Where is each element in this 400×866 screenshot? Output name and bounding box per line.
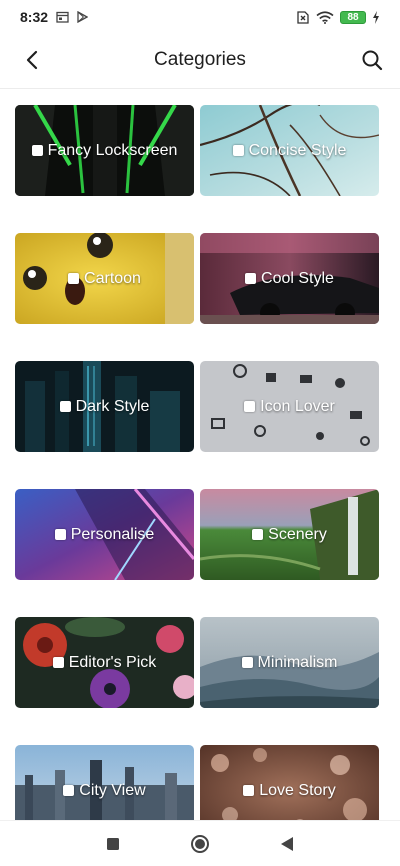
- page-title: Categories: [154, 49, 246, 70]
- category-label: Editor's Pick: [15, 654, 194, 672]
- app-bar-divider: [0, 88, 400, 89]
- category-label: Icon Lover: [200, 398, 379, 416]
- category-title: Personalise: [70, 525, 155, 543]
- category-tile-personalise[interactable]: Personalise: [15, 489, 194, 580]
- category-tile-icon-lover[interactable]: Icon Lover: [200, 361, 379, 452]
- category-checkbox-icon: [252, 529, 264, 540]
- play-store-icon: [77, 11, 89, 23]
- category-tile-concise-style[interactable]: Concise Style: [200, 105, 379, 196]
- wifi-icon: [316, 10, 334, 24]
- category-title: Icon Lover: [260, 397, 335, 415]
- charging-bolt-icon: [372, 10, 380, 24]
- category-tile-cartoon[interactable]: Cartoon: [15, 233, 194, 324]
- category-label: Minimalism: [200, 654, 379, 672]
- category-title: Editor's Pick: [68, 653, 157, 671]
- status-time: 8:32: [20, 9, 49, 25]
- battery-icon: 88: [340, 10, 366, 24]
- category-checkbox-icon: [31, 145, 43, 156]
- category-title: Love Story: [259, 781, 336, 799]
- category-label: Scenery: [200, 526, 379, 544]
- category-tile-cool-style[interactable]: Cool Style: [200, 233, 379, 324]
- category-label: City View: [15, 782, 194, 800]
- status-right: 88: [296, 10, 380, 24]
- search-button[interactable]: [358, 46, 386, 74]
- sim-x-icon: [296, 10, 310, 24]
- back-triangle-icon: [280, 836, 293, 851]
- category-checkbox-icon: [245, 273, 257, 284]
- category-label: Cool Style: [200, 270, 379, 288]
- back-nav-button[interactable]: [273, 830, 301, 858]
- category-title: Scenery: [268, 525, 327, 543]
- category-tile-fancy-lockscreen[interactable]: Fancy Lockscreen: [15, 105, 194, 196]
- category-checkbox-icon: [63, 785, 75, 796]
- category-checkbox-icon: [241, 657, 253, 668]
- category-checkbox-icon: [68, 273, 80, 284]
- category-tile-scenery[interactable]: Scenery: [200, 489, 379, 580]
- category-label: Love Story: [200, 782, 379, 800]
- category-label: Cartoon: [15, 270, 194, 288]
- category-title: Minimalism: [257, 653, 338, 671]
- category-title: Fancy Lockscreen: [47, 141, 178, 159]
- category-label: Dark Style: [15, 398, 194, 416]
- category-checkbox-icon: [232, 145, 244, 156]
- recents-button[interactable]: [99, 830, 127, 858]
- category-checkbox-icon: [52, 657, 64, 668]
- category-checkbox-icon: [244, 401, 256, 412]
- search-icon: [362, 50, 383, 71]
- home-button[interactable]: [186, 830, 214, 858]
- category-checkbox-icon: [243, 785, 255, 796]
- category-title: Cartoon: [84, 269, 141, 287]
- category-title: Cool Style: [261, 269, 334, 287]
- category-checkbox-icon: [54, 529, 66, 540]
- calendar-icon: [56, 11, 69, 23]
- category-title: Concise Style: [248, 141, 347, 159]
- category-label: Personalise: [15, 526, 194, 544]
- category-tile-minimalism[interactable]: Minimalism: [200, 617, 379, 708]
- app-bar: Categories: [0, 34, 400, 86]
- category-title: City View: [79, 781, 146, 799]
- category-tile-dark-style[interactable]: Dark Style: [15, 361, 194, 452]
- recents-square-icon: [107, 837, 120, 850]
- category-tile-editors-pick[interactable]: Editor's Pick: [15, 617, 194, 708]
- back-button[interactable]: [18, 46, 46, 74]
- back-arrow-icon: [26, 50, 38, 70]
- category-label: Concise Style: [200, 142, 379, 160]
- system-nav-bar: [0, 820, 400, 866]
- status-left: 8:32: [20, 9, 89, 25]
- status-bar: 8:32 88: [0, 0, 400, 34]
- category-label: Fancy Lockscreen: [15, 142, 194, 160]
- home-circle-icon: [190, 834, 209, 853]
- category-title: Dark Style: [75, 397, 150, 415]
- category-checkbox-icon: [59, 401, 71, 412]
